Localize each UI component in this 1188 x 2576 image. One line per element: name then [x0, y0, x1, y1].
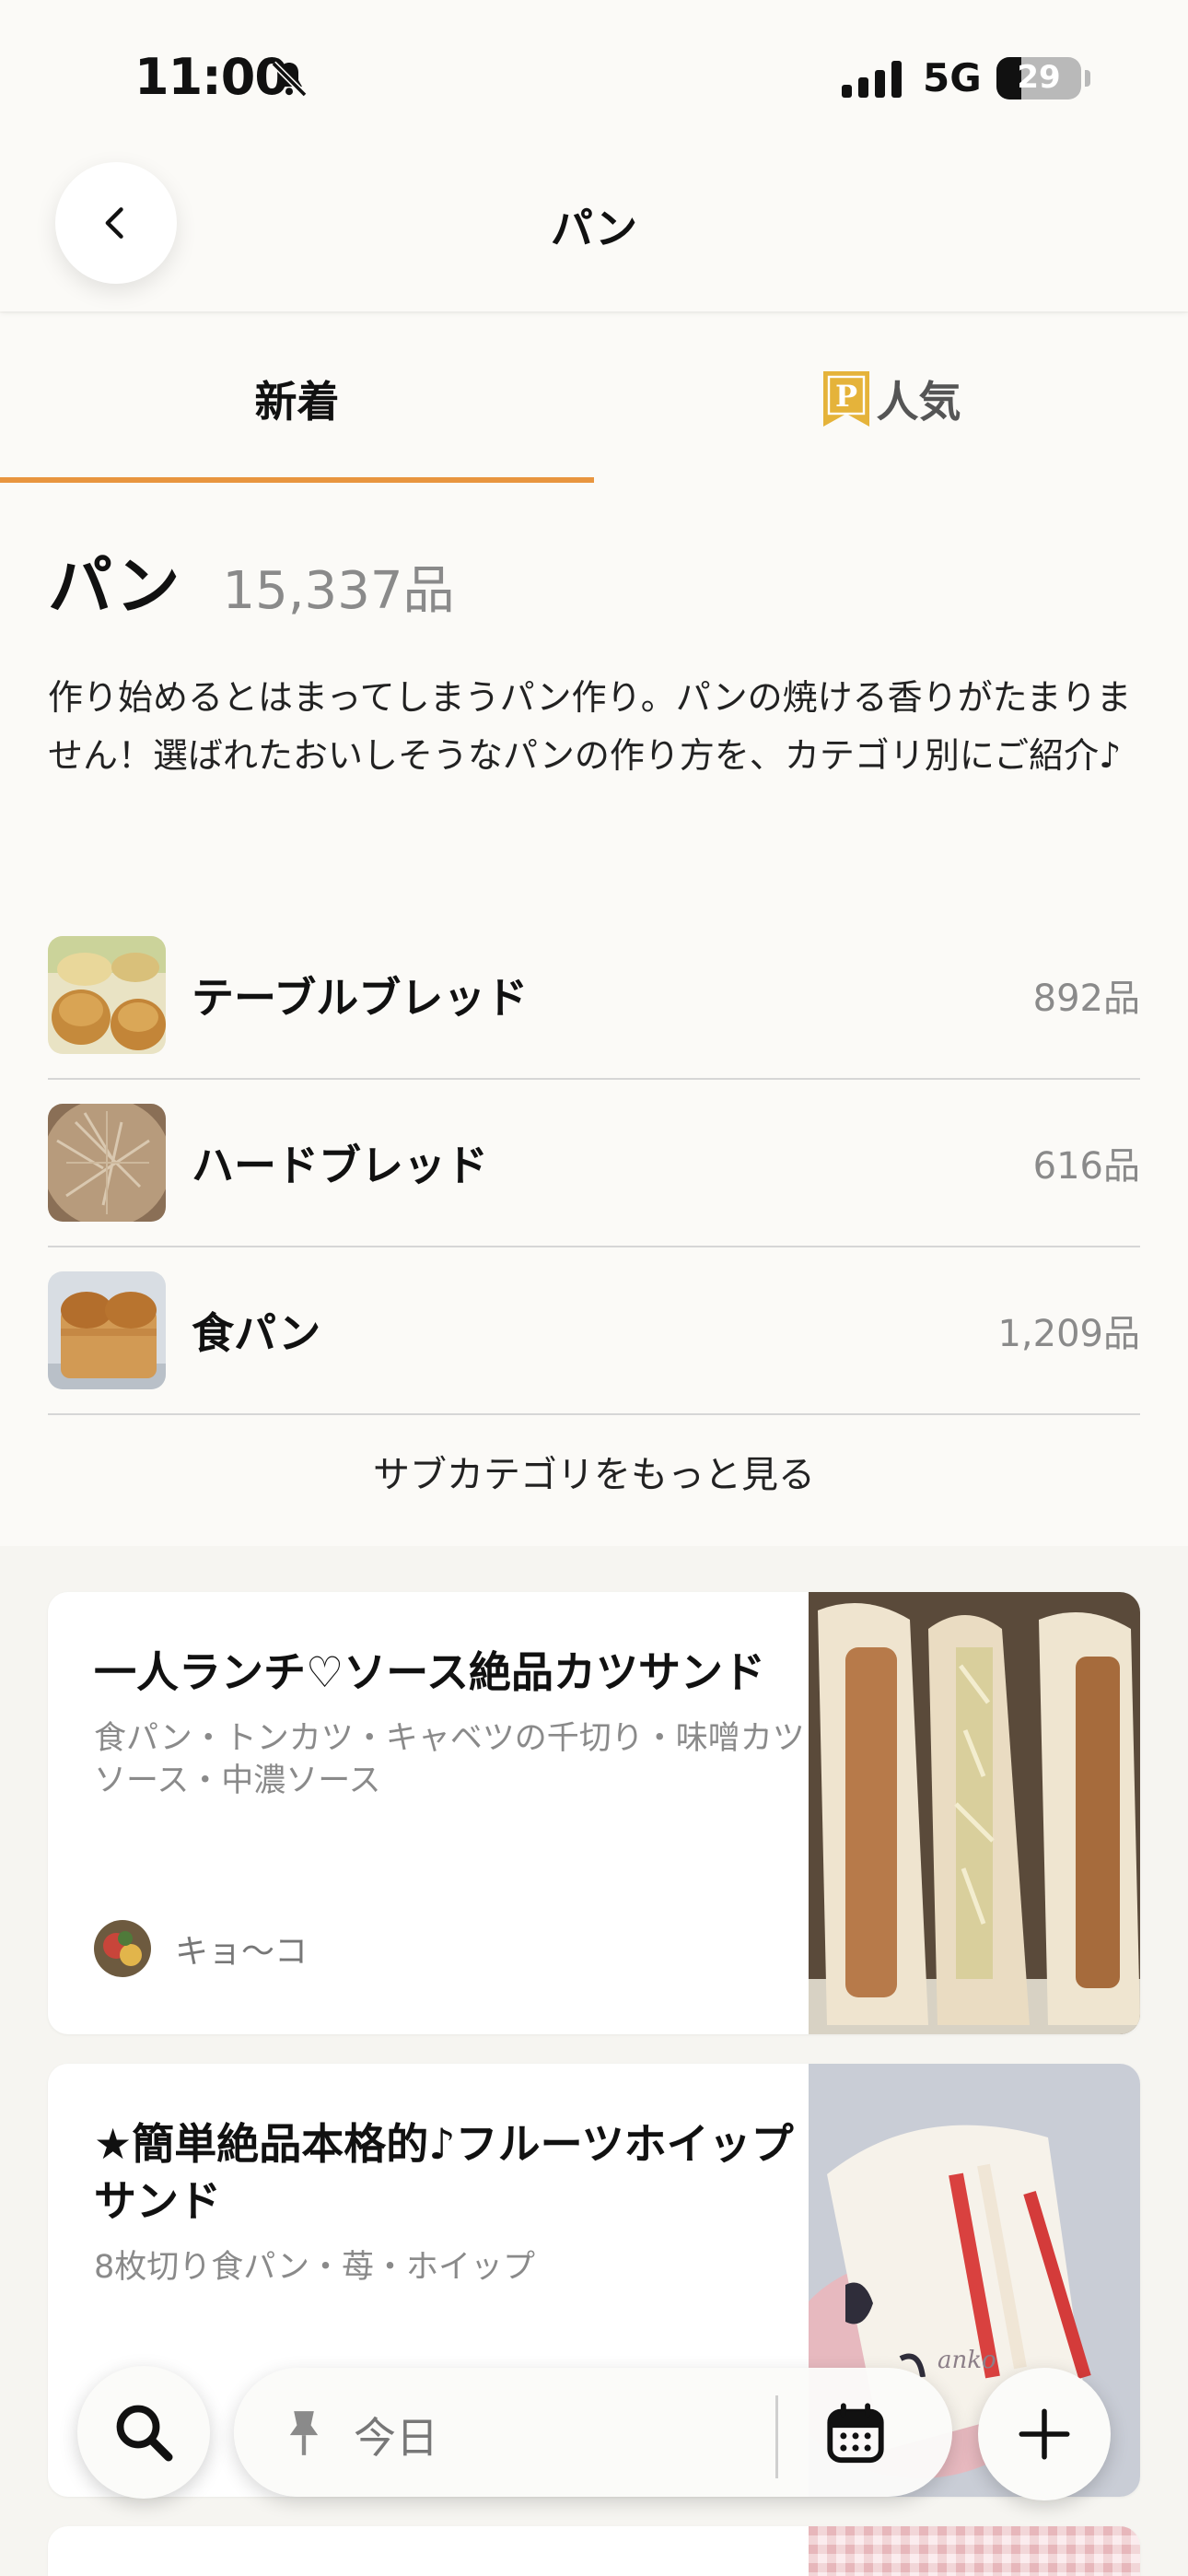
recipe-text: ★簡単絶品本格的♪フルーツホイップサンド 8枚切り食パン・苺・ホイップ — [94, 2115, 812, 2289]
plus-icon — [1019, 2408, 1070, 2460]
subcategory-item[interactable]: 食パン 1,209品 — [48, 1247, 1140, 1415]
recipe-title: ★簡単絶品本格的♪フルーツホイップサンド — [94, 2119, 794, 2226]
battery-icon: 29 — [996, 57, 1081, 100]
subcategory-count: 616品 — [1032, 1145, 1140, 1188]
subcategory-count: 892品 — [1032, 978, 1140, 1020]
status-time: 11:00 — [134, 48, 289, 106]
recipe-card[interactable]: 一人ランチ♡ソース絶品カツサンド 食パン・トンカツ・キャベツの千切り・味噌カツソ… — [48, 1592, 1140, 2034]
pin-icon — [289, 2411, 319, 2455]
recipe-card[interactable] — [48, 2526, 1140, 2576]
bell-off-icon — [271, 61, 308, 98]
recipe-text: 一人ランチ♡ソース絶品カツサンド 食パン・トンカツ・キャベツの千切り・味噌カツソ… — [94, 1644, 812, 1802]
subcategory-item[interactable]: ハードブレッド 616品 — [48, 1080, 1140, 1247]
avatar — [94, 1920, 151, 1977]
recipe-title: 一人ランチ♡ソース絶品カツサンド — [94, 1647, 765, 1697]
tab-popular[interactable]: P 人気 — [594, 313, 1188, 485]
header: 11:00 5G 29 パン — [0, 0, 1188, 311]
premium-badge-letter: P — [834, 379, 856, 414]
bottom-toolbar: 今日 — [0, 2359, 1188, 2515]
active-tab-indicator — [0, 477, 594, 483]
tab-popular-label: 人気 — [876, 377, 961, 427]
category-header: パン 15,337品 — [48, 534, 454, 627]
subcategory-count: 1,209品 — [997, 1313, 1140, 1355]
category-description: 作り始めるとはまってしまうパン作り。パンの焼ける香りがたまりません！選ばれたおい… — [48, 677, 1132, 776]
signal-icon — [842, 61, 902, 98]
subcategory-thumbnail — [48, 1271, 166, 1389]
page-title: パン — [550, 204, 638, 253]
subcategory-item[interactable]: テーブルブレッド 892品 — [48, 912, 1140, 1080]
battery-level: 29 — [1017, 59, 1061, 96]
battery-cap — [1085, 70, 1090, 87]
subcategory-name: 食パン — [192, 1308, 321, 1358]
recipe-ingredients: 食パン・トンカツ・キャベツの千切り・味噌カツソース・中濃ソース — [94, 1720, 805, 1799]
premium-icon: P — [822, 371, 869, 427]
more-subcategories-link[interactable]: サブカテゴリをもっと見る — [0, 1445, 1188, 1498]
subcategory-name: ハードブレッド — [192, 1141, 488, 1190]
calendar-icon[interactable] — [823, 2401, 888, 2465]
add-button[interactable] — [978, 2368, 1111, 2500]
category-section: パン 15,337品 作り始めるとはまってしまうパン作り。パンの焼ける香りがたま… — [0, 485, 1188, 1546]
subcategory-list: テーブルブレッド 892品 ハードブレッド 616品 食パン 1,209品 — [48, 912, 1140, 1415]
category-count: 15,337品 — [222, 561, 455, 621]
recipe-photo — [809, 1592, 1140, 2034]
author-name: キョ～コ — [175, 1933, 309, 1971]
category-title: パン — [48, 548, 181, 624]
tab-new[interactable]: 新着 — [0, 313, 594, 485]
search-button[interactable] — [77, 2366, 210, 2499]
recipe-ingredients: 8枚切り食パン・苺・ホイップ — [94, 2249, 536, 2286]
today-label: 今日 — [354, 2413, 438, 2463]
search-icon — [116, 2405, 173, 2462]
tab-bar: 新着 P 人気 — [0, 313, 1188, 485]
subcategory-thumbnail — [48, 936, 166, 1054]
tab-new-label: 新着 — [254, 377, 340, 427]
today-pill[interactable]: 今日 — [234, 2368, 952, 2497]
recipe-photo — [809, 2526, 1140, 2576]
divider — [775, 2395, 778, 2478]
subcategory-name: テーブルブレッド — [192, 973, 529, 1023]
recipe-author: キョ～コ — [94, 1920, 308, 1977]
network-label: 5G — [923, 55, 982, 100]
subcategory-thumbnail — [48, 1104, 166, 1222]
